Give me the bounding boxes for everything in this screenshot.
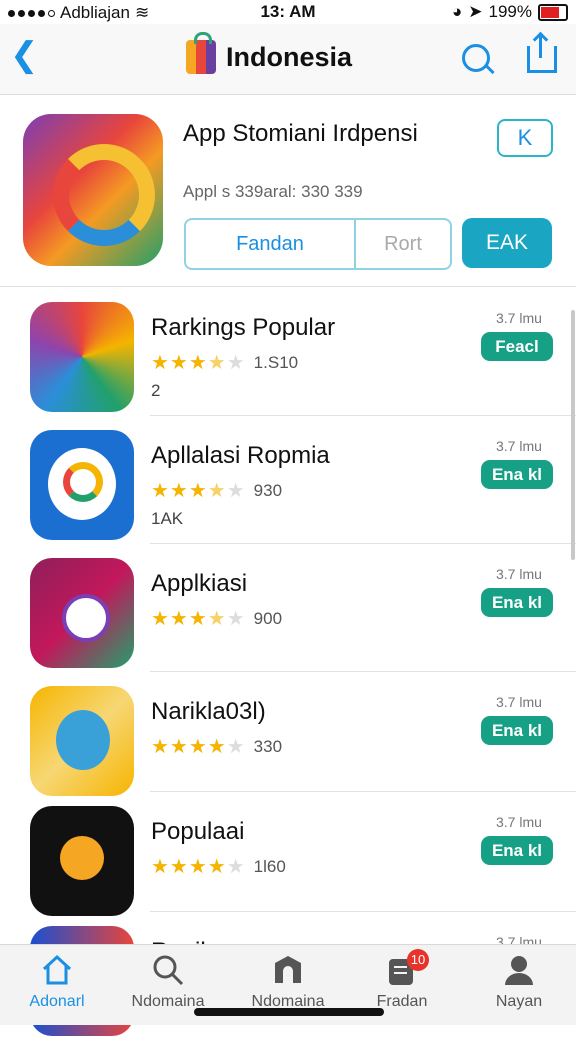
rating-stars: ★★★★ ★ 330 (151, 736, 283, 758)
featured-title: App Stomiani Irdpensi (183, 120, 418, 147)
tab-search[interactable]: Ndomaina (118, 953, 218, 1011)
rating-stars: ★★★ ★ ★ 930 (151, 480, 283, 502)
rating-stars: ★★★★ ★ 1l60 (151, 856, 286, 878)
list-item[interactable]: Populaai ★★★★ ★ 1l60 3.7 lmu Ena kl (0, 792, 576, 916)
tab-store[interactable]: Ndomaina (238, 953, 338, 1011)
get-button[interactable]: Ena kl (481, 460, 553, 489)
app-name: Applkiasi (151, 570, 248, 597)
store-icon (271, 953, 305, 987)
app-size: 3.7 lmu (496, 694, 542, 710)
page-title: Indonesia (226, 41, 353, 72)
search-icon (151, 953, 185, 987)
app-meta: 2 (151, 381, 161, 400)
navigation-bar: ❮ Indonesia (0, 24, 576, 95)
app-icon (30, 806, 134, 916)
list-item[interactable]: Apllalasi Ropmia ★★★ ★ ★ 930 1AK 3.7 lmu En… (0, 416, 576, 544)
home-indicator[interactable] (194, 1008, 384, 1016)
lock-rotation-icon: ◕ (451, 2, 463, 21)
segmented-control: Fandan Rort (184, 218, 452, 270)
updates-icon: 10 (385, 949, 429, 987)
rating-count: 1.S10 (253, 352, 299, 372)
rating-stars: ★★★ ★ ★ 1.S10 (151, 352, 299, 374)
scroll-indicator[interactable] (571, 310, 575, 560)
get-button[interactable]: Ena kl (481, 836, 553, 865)
app-icon (30, 430, 134, 540)
tab-home[interactable]: Adonarl (7, 953, 107, 1011)
app-size: 3.7 lmu (496, 438, 542, 454)
featured-app-icon[interactable] (23, 114, 163, 266)
app-name: Rarkings Popular (151, 314, 336, 341)
featured-corner-button[interactable]: K (497, 119, 553, 157)
featured-action-button[interactable]: EAK (462, 218, 552, 268)
featured-subtitle: Appl s 339aral: 330 339 (183, 182, 363, 201)
app-name: Narikla03l) (151, 698, 266, 725)
rating-count: 330 (253, 736, 283, 756)
app-icon (30, 558, 134, 668)
profile-icon (502, 953, 536, 987)
segment-right[interactable]: Rort (356, 220, 450, 268)
status-bar: Adbliajan ≋ 13: AM ◕ ➤ 199% (0, 0, 576, 24)
segment-left[interactable]: Fandan (186, 220, 356, 268)
battery-icon (538, 3, 568, 21)
search-icon[interactable] (462, 44, 490, 72)
home-icon (40, 953, 74, 987)
tab-profile[interactable]: Nayan (469, 953, 569, 1011)
rating-count: 900 (253, 608, 283, 628)
get-button[interactable]: Ena kl (481, 716, 553, 745)
nav-title-group: Indonesia (186, 32, 353, 74)
get-button[interactable]: Ena kl (481, 588, 553, 617)
app-list: Rarkings Popular ★★★ ★ ★ 1.S10 2 3.7 lmu Fe… (0, 288, 576, 1040)
tab-updates[interactable]: 10 Fradan (352, 949, 452, 1011)
back-chevron-icon[interactable]: ❮ (10, 38, 39, 72)
list-item[interactable]: Applkiasi ★★★ ★ ★ 900 3.7 lmu Ena kl (0, 544, 576, 672)
app-size: 3.7 lmu (496, 566, 542, 582)
store-bag-icon (186, 32, 216, 74)
app-icon (30, 302, 134, 412)
app-icon (30, 686, 134, 796)
get-button[interactable]: Feacl (481, 332, 553, 361)
featured-app: App Stomiani Irdpensi Appl s 339aral: 33… (0, 96, 576, 287)
status-right: ◕ ➤ 199% (452, 2, 568, 22)
app-name: Apllalasi Ropmia (151, 442, 330, 469)
tab-label: Ndomaina (131, 993, 205, 1010)
app-name: Populaai (151, 818, 245, 845)
app-size: 3.7 lmu (496, 814, 542, 830)
tab-label: Adonarl (29, 993, 85, 1010)
location-icon: ➤ (468, 2, 483, 21)
list-item[interactable]: Narikla03l) ★★★★ ★ 330 3.7 lmu Ena kl (0, 672, 576, 796)
rating-count: 1l60 (253, 856, 286, 876)
tab-label: Nayan (495, 993, 543, 1010)
rating-stars: ★★★ ★ ★ 900 (151, 608, 283, 630)
tab-label: Fradan (376, 993, 428, 1010)
notification-badge: 10 (407, 949, 429, 971)
list-item[interactable]: Rarkings Popular ★★★ ★ ★ 1.S10 2 3.7 lmu Fe… (0, 288, 576, 416)
app-size: 3.7 lmu (496, 310, 542, 326)
share-icon[interactable] (527, 34, 557, 73)
battery-percent: 199% (488, 2, 532, 21)
rating-count: 930 (253, 480, 283, 500)
app-meta: 1AK (151, 509, 184, 528)
